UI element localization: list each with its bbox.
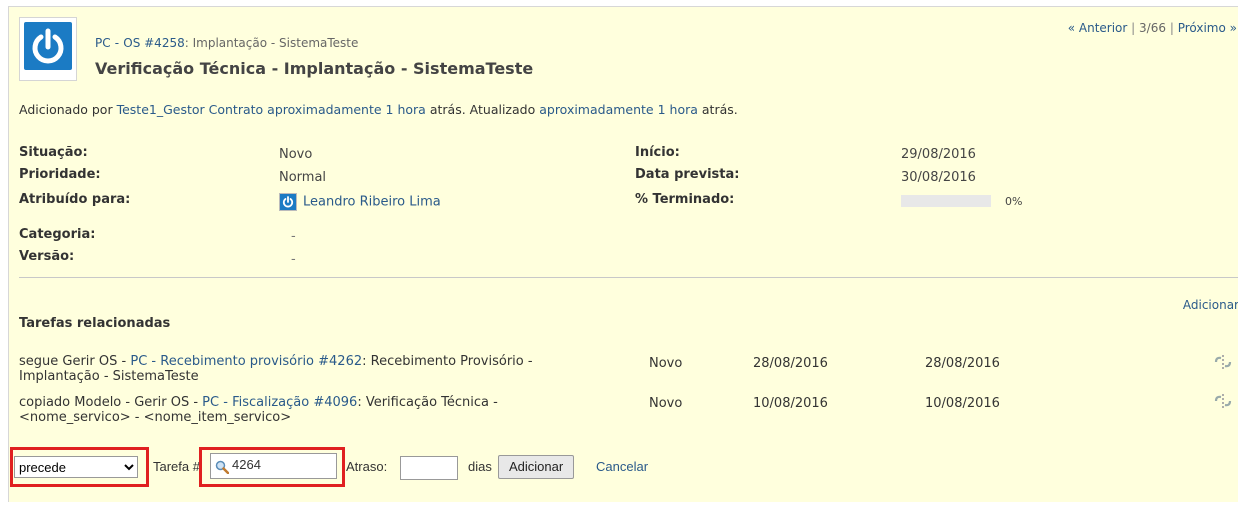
magnifier-icon [215,460,230,477]
relation-type-select-wrap: precede [14,456,138,478]
next-link[interactable]: Próximo » [1178,21,1237,35]
nav-separator: | [1131,21,1136,35]
start-date-label: Início: [635,145,680,160]
added-suffix: atrás. [701,102,738,117]
status-label: Situação: [19,145,88,160]
relation-start-date: 28/08/2016 [753,356,828,371]
issue-subject: PC - OS #4258: Implantação - SistemaTest… [95,36,358,51]
due-date-label: Data prevista: [635,167,740,182]
add-button[interactable]: Adicionar [498,455,575,479]
relation-title-line2: Implantação - SistemaTeste [19,369,199,384]
done-ratio-value: 0% [1005,195,1023,208]
relation-start-date: 10/08/2016 [753,396,828,411]
issue-number-value: 4264 [232,457,261,472]
unlink-icon[interactable] [1214,354,1232,374]
unlink-icon[interactable] [1214,393,1232,413]
status-value: Novo [279,147,313,162]
created-age-link[interactable]: aproximadamente 1 hora [267,102,426,117]
days-label: dias [468,459,492,474]
added-prefix: Adicionado por [19,102,113,117]
relation-title-line2: <nome_servico> - <nome_item_servico> [19,410,292,425]
relation-sep: - [223,395,228,410]
add-relation-link[interactable]: Adicionar [1183,298,1238,312]
prev-link[interactable]: « Anterior [1068,21,1128,35]
delay-input[interactable] [400,456,458,480]
nav-separator-2: | [1169,21,1174,35]
power-logo-icon [24,22,72,70]
relation-type: segue Gerir OS - [19,354,127,369]
progress-bar [901,195,991,207]
category-value: - [291,229,296,244]
category-label: Categoria: [19,227,96,242]
issue-number-field[interactable]: 4264 [210,453,337,479]
version-label: Versão: [19,249,75,264]
priority-value: Normal [279,170,327,185]
added-mid: atrás. Atualizado [429,102,536,117]
done-ratio-progress [901,195,991,207]
divider [19,277,1238,278]
nav-position: 3/66 [1139,21,1166,35]
relation-type-select[interactable]: precede [14,456,138,478]
assigned-value: Leandro Ribeiro Lima [279,193,441,211]
relation-status: Novo [649,356,683,371]
issue-number-label: Tarefa # [153,459,200,474]
parent-issue-link[interactable]: OS #4258 [123,36,184,50]
start-date-value: 29/08/2016 [901,147,976,162]
done-ratio-label: % Terminado: [635,192,735,207]
relation-type: copiado Modelo - Gerir OS - [19,395,199,410]
relation-status: Novo [649,396,683,411]
issue-panel: PC - OS #4258: Implantação - SistemaTest… [8,6,1238,502]
author-avatar [19,17,77,81]
author-link[interactable]: Teste1_Gestor Contrato [117,102,264,117]
relation-row-1: segue Gerir OS - PC - Recebimento provis… [19,354,533,384]
relations-heading: Tarefas relacionadas [19,316,171,331]
user-avatar-icon [279,193,297,211]
relation-issue-link[interactable]: Fiscalização #4096 [232,395,357,410]
assigned-label: Atribuído para: [19,192,131,207]
subject-rest: : Implantação - SistemaTeste [184,36,359,50]
relation-sep: - [151,354,157,369]
relation-title: : Recebimento Provisório - [362,354,533,369]
version-value: - [291,252,296,267]
relation-issue-link[interactable]: Recebimento provisório #4262 [160,354,362,369]
priority-label: Prioridade: [19,167,101,182]
page-title: Verificação Técnica - Implantação - Sist… [95,59,534,78]
relation-project-link[interactable]: PC [202,395,219,410]
relation-due-date: 28/08/2016 [925,356,1000,371]
added-by-line: Adicionado por Teste1_Gestor Contrato ap… [19,102,738,117]
cancel-link[interactable]: Cancelar [596,459,648,474]
relation-due-date: 10/08/2016 [925,396,1000,411]
due-date-value: 30/08/2016 [901,170,976,185]
relation-row-2: copiado Modelo - Gerir OS - PC - Fiscali… [19,395,498,425]
project-link[interactable]: PC [95,36,111,50]
delay-label: Atraso: [346,459,388,474]
relation-title: : Verificação Técnica - [357,395,498,410]
subject-sep: - [114,36,120,50]
issue-navigation: « Anterior | 3/66 | Próximo » [1068,21,1237,35]
updated-age-link[interactable]: aproximadamente 1 hora [539,102,698,117]
assignee-link[interactable]: Leandro Ribeiro Lima [303,195,441,210]
relation-project-link[interactable]: PC [130,354,147,369]
